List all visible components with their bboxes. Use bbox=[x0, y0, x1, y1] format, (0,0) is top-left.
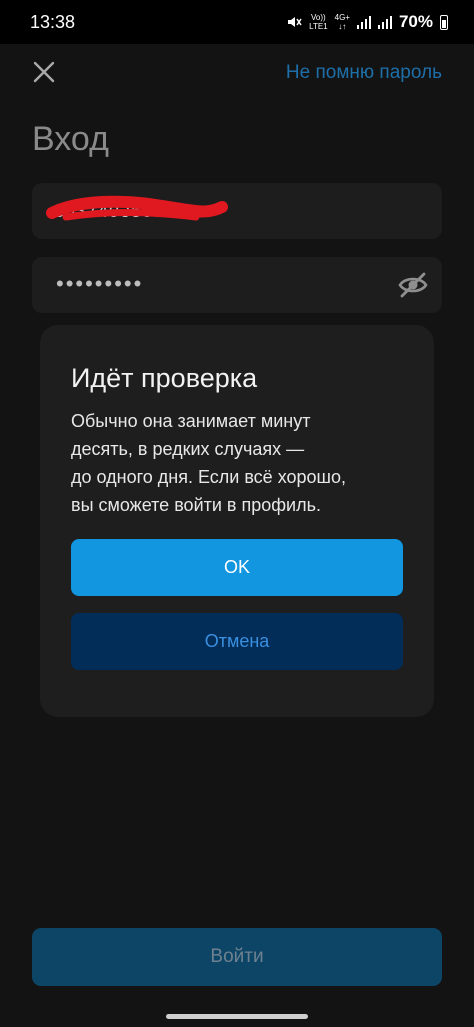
eye-off-icon[interactable] bbox=[398, 271, 428, 299]
login-submit-button[interactable]: Войти bbox=[32, 928, 442, 986]
dialog-message-line: десять, в редких случаях — bbox=[71, 439, 305, 459]
status-icons: Vo)) LTE1 4G+ ↓↑ 70% bbox=[286, 12, 448, 32]
volte-indicator: Vo)) LTE1 bbox=[309, 13, 328, 31]
page-title: Вход bbox=[32, 120, 109, 158]
signal-icon-2 bbox=[377, 15, 392, 29]
network-type-indicator: 4G+ ↓↑ bbox=[334, 13, 350, 31]
password-value: ••••••••• bbox=[56, 271, 144, 296]
battery-icon bbox=[440, 14, 448, 30]
dialog-message-line: Обычно она занимает минут bbox=[71, 411, 311, 431]
dialog-message-line: до одного дня. Если всё хорошо, bbox=[71, 467, 346, 487]
password-field[interactable]: ••••••••• bbox=[32, 257, 442, 313]
login-field[interactable]: 89374935050 bbox=[32, 183, 442, 239]
verification-dialog: Идёт проверка Обычно она занимает минут … bbox=[40, 325, 434, 717]
redaction-scribble bbox=[46, 195, 228, 221]
status-bar: 13:38 Vo)) LTE1 4G+ ↓↑ 70% bbox=[0, 0, 474, 44]
status-time: 13:38 bbox=[30, 12, 76, 32]
home-indicator[interactable] bbox=[166, 1014, 308, 1019]
signal-icon bbox=[356, 15, 371, 29]
close-icon[interactable] bbox=[30, 58, 58, 86]
dialog-message-line: вы сможете войти в профиль. bbox=[71, 495, 321, 515]
ok-button[interactable]: OK bbox=[71, 539, 403, 596]
mute-icon bbox=[288, 17, 302, 27]
dialog-message: Обычно она занимает минут десять, в редк… bbox=[71, 407, 411, 519]
cancel-button[interactable]: Отмена bbox=[71, 613, 403, 670]
forgot-password-link[interactable]: Не помню пароль bbox=[286, 62, 442, 84]
dialog-title: Идёт проверка bbox=[71, 363, 258, 393]
battery-percent: 70% bbox=[398, 12, 433, 31]
